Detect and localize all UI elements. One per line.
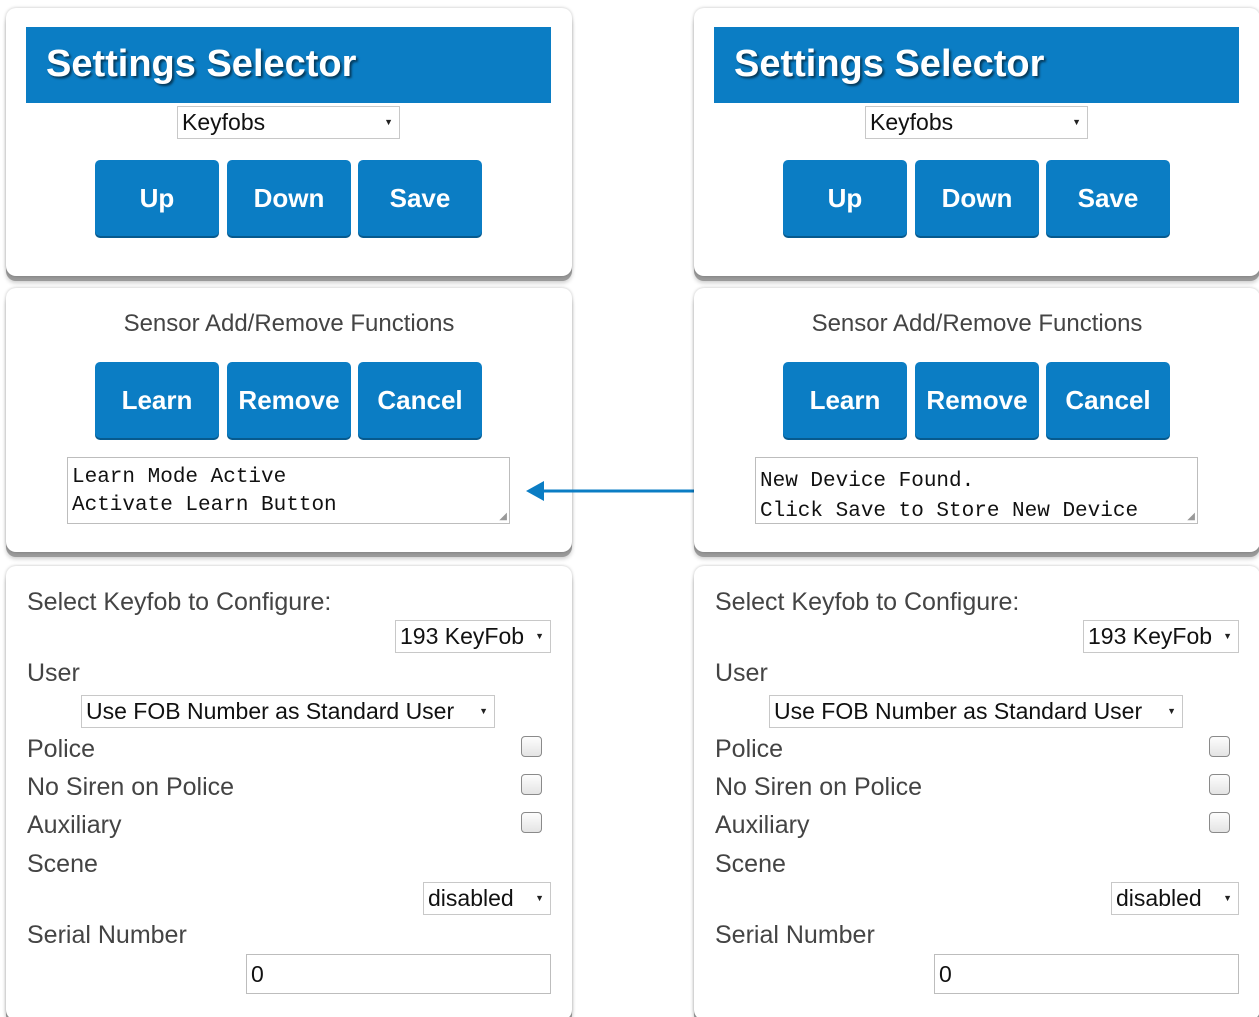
page-title: Settings Selector — [734, 43, 1045, 85]
page-title: Settings Selector — [46, 43, 357, 85]
settings-selector-card: Settings Selector Keyfobs ▼ Up Down Save — [6, 8, 572, 276]
status-line: Click Save to Store New Device — [760, 500, 1139, 523]
cancel-button[interactable]: Cancel — [1046, 362, 1170, 438]
sensor-functions-card: Sensor Add/Remove Functions Learn Remove… — [6, 288, 572, 552]
scene-label: Scene — [27, 850, 98, 878]
save-button[interactable]: Save — [358, 160, 482, 236]
settings-select[interactable]: Keyfobs ▼ — [177, 106, 400, 139]
select-arrow-icon: ▼ — [1072, 117, 1081, 127]
resize-grip-icon[interactable]: ◢ — [499, 513, 507, 523]
keyfob-config-card: Select Keyfob to Configure: 193 KeyFob ▼… — [6, 566, 572, 1017]
sensor-functions-card: Sensor Add/Remove Functions Learn Remove… — [694, 288, 1259, 552]
keyfob-select-value: 193 KeyFob — [400, 623, 525, 649]
user-select[interactable]: Use FOB Number as Standard User ▼ — [769, 695, 1183, 728]
scene-label: Scene — [715, 850, 786, 878]
status-line: Activate Learn Button — [72, 494, 337, 517]
status-line: Learn Mode Active — [72, 466, 287, 489]
select-arrow-icon: ▼ — [535, 893, 544, 903]
up-button[interactable]: Up — [783, 160, 907, 236]
settings-header: Settings Selector — [714, 27, 1239, 103]
auxiliary-label: Auxiliary — [27, 811, 122, 839]
auxiliary-checkbox[interactable] — [521, 812, 542, 833]
serial-number-label: Serial Number — [715, 921, 875, 949]
select-arrow-icon: ▼ — [384, 117, 393, 127]
remove-button[interactable]: Remove — [227, 362, 351, 438]
remove-button[interactable]: Remove — [915, 362, 1039, 438]
down-button[interactable]: Down — [915, 160, 1039, 236]
user-select[interactable]: Use FOB Number as Standard User ▼ — [81, 695, 495, 728]
keyfob-select-value: 193 KeyFob — [1088, 623, 1213, 649]
keyfob-config-card: Select Keyfob to Configure: 193 KeyFob ▼… — [694, 566, 1259, 1017]
serial-number-input[interactable]: 0 — [934, 954, 1239, 994]
scene-select-value: disabled — [1116, 885, 1202, 911]
cancel-button[interactable]: Cancel — [358, 362, 482, 438]
select-arrow-icon: ▼ — [1167, 706, 1176, 716]
no-siren-label: No Siren on Police — [715, 773, 923, 801]
down-button[interactable]: Down — [227, 160, 351, 236]
police-checkbox[interactable] — [1209, 736, 1230, 757]
auxiliary-checkbox[interactable] — [1209, 812, 1230, 833]
settings-select-value: Keyfobs — [870, 109, 954, 135]
auxiliary-label: Auxiliary — [715, 811, 810, 839]
serial-number-label: Serial Number — [27, 921, 187, 949]
sensor-section-title: Sensor Add/Remove Functions — [811, 310, 1143, 337]
settings-selector-card: Settings Selector Keyfobs ▼ Up Down Save — [694, 8, 1259, 276]
serial-number-input[interactable]: 0 — [246, 954, 551, 994]
user-select-value: Use FOB Number as Standard User — [86, 698, 455, 724]
select-arrow-icon: ▼ — [1223, 893, 1232, 903]
scene-select[interactable]: disabled ▼ — [423, 882, 551, 915]
select-keyfob-label: Select Keyfob to Configure: — [27, 588, 332, 616]
settings-select-value: Keyfobs — [182, 109, 266, 135]
no-siren-checkbox[interactable] — [521, 774, 542, 795]
sensor-section-title: Sensor Add/Remove Functions — [123, 310, 455, 337]
keyfob-select[interactable]: 193 KeyFob ▼ — [395, 620, 551, 653]
status-line: New Device Found. — [760, 470, 975, 493]
select-keyfob-label: Select Keyfob to Configure: — [715, 588, 1020, 616]
learn-button[interactable]: Learn — [783, 362, 907, 438]
no-siren-checkbox[interactable] — [1209, 774, 1230, 795]
police-label: Police — [27, 735, 96, 763]
scene-select[interactable]: disabled ▼ — [1111, 882, 1239, 915]
select-arrow-icon: ▼ — [535, 631, 544, 641]
select-arrow-icon: ▼ — [1223, 631, 1232, 641]
up-button[interactable]: Up — [95, 160, 219, 236]
police-checkbox[interactable] — [521, 736, 542, 757]
save-button[interactable]: Save — [1046, 160, 1170, 236]
user-label: User — [715, 659, 768, 687]
settings-select[interactable]: Keyfobs ▼ — [865, 106, 1088, 139]
select-arrow-icon: ▼ — [479, 706, 488, 716]
user-label: User — [27, 659, 80, 687]
police-label: Police — [715, 735, 784, 763]
status-textarea[interactable]: Learn Mode Active Activate Learn Button … — [67, 457, 510, 524]
settings-header: Settings Selector — [26, 27, 551, 103]
status-textarea[interactable]: New Device Found. Click Save to Store Ne… — [755, 457, 1198, 524]
user-select-value: Use FOB Number as Standard User — [774, 698, 1143, 724]
no-siren-label: No Siren on Police — [27, 773, 235, 801]
scene-select-value: disabled — [428, 885, 514, 911]
resize-grip-icon[interactable]: ◢ — [1187, 513, 1195, 523]
keyfob-select[interactable]: 193 KeyFob ▼ — [1083, 620, 1239, 653]
learn-button[interactable]: Learn — [95, 362, 219, 438]
